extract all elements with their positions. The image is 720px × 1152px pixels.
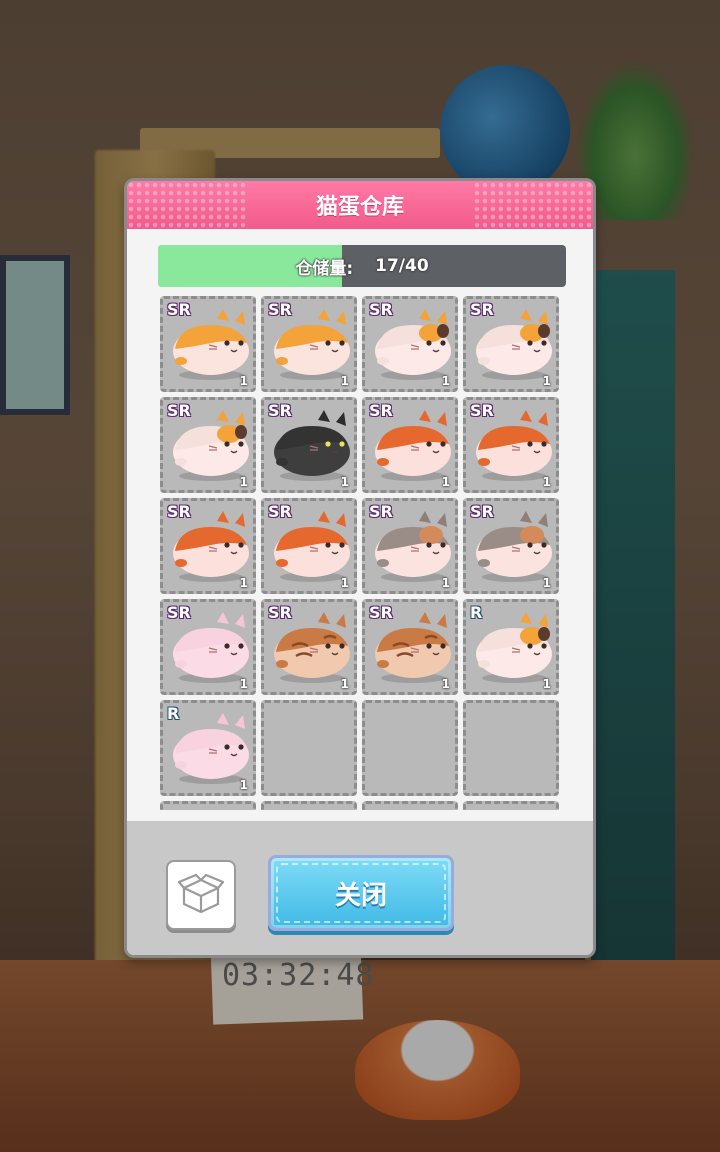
- item-count: 1: [239, 677, 248, 691]
- rarity-badge: SR: [369, 502, 393, 521]
- egg-slot[interactable]: SR 1: [362, 397, 458, 493]
- item-count: 1: [340, 677, 349, 691]
- egg-slot[interactable]: SR 1: [160, 599, 256, 695]
- item-count: 1: [340, 374, 349, 388]
- egg-slot[interactable]: SR 1: [362, 599, 458, 695]
- cat-egg-icon: [476, 612, 552, 683]
- item-count: 1: [239, 374, 248, 388]
- item-count: 1: [441, 374, 450, 388]
- egg-slot[interactable]: SR 1: [261, 296, 357, 392]
- rarity-badge: SR: [268, 300, 292, 319]
- cat-egg-icon: [173, 410, 249, 481]
- close-button-label: 关闭: [334, 880, 387, 911]
- cat-egg-icon: [476, 511, 552, 582]
- cat-egg-icon: [375, 309, 451, 380]
- empty-slot[interactable]: [362, 801, 458, 810]
- item-count: 1: [441, 576, 450, 590]
- empty-slot[interactable]: [261, 700, 357, 796]
- item-count: 1: [542, 677, 551, 691]
- empty-slot[interactable]: [463, 700, 559, 796]
- cat-egg-icon: [173, 612, 249, 683]
- close-button[interactable]: 关闭: [268, 855, 454, 931]
- rarity-badge: SR: [369, 603, 393, 622]
- item-count: 1: [542, 576, 551, 590]
- cat-egg-icon: [173, 511, 249, 582]
- rarity-badge: SR: [268, 603, 292, 622]
- cat-egg-icon: [375, 511, 451, 582]
- egg-slot[interactable]: SR 1: [160, 498, 256, 594]
- item-count: 1: [542, 475, 551, 489]
- box-icon: [177, 873, 225, 914]
- rarity-badge: SR: [167, 300, 191, 319]
- cat-egg-icon: [274, 511, 350, 582]
- egg-slot[interactable]: SR 1: [261, 599, 357, 695]
- cat-egg-icon: [173, 309, 249, 380]
- egg-slot[interactable]: SR 1: [160, 296, 256, 392]
- egg-slot[interactable]: SR 1: [463, 296, 559, 392]
- empty-slot[interactable]: [261, 801, 357, 810]
- rarity-badge: SR: [268, 401, 292, 420]
- rarity-badge: R: [167, 704, 180, 723]
- empty-slot[interactable]: [362, 700, 458, 796]
- cat-egg-icon: [274, 309, 350, 380]
- rarity-badge: SR: [268, 502, 292, 521]
- rarity-badge: SR: [470, 502, 494, 521]
- egg-slot[interactable]: SR 1: [261, 498, 357, 594]
- cat-egg-icon: [375, 410, 451, 481]
- rarity-badge: R: [470, 603, 483, 622]
- cat-egg-icon: [274, 410, 350, 481]
- cat-egg-icon: [476, 410, 552, 481]
- egg-slot[interactable]: SR 1: [362, 296, 458, 392]
- empty-slot[interactable]: [463, 801, 559, 810]
- empty-slot[interactable]: [160, 801, 256, 810]
- storage-value: 17/40: [375, 256, 429, 276]
- item-count: 1: [441, 677, 450, 691]
- rarity-badge: SR: [470, 401, 494, 420]
- item-count: 1: [239, 576, 248, 590]
- item-count: 1: [340, 475, 349, 489]
- item-count: 1: [542, 374, 551, 388]
- dialog-header: 猫蛋仓库: [127, 181, 593, 229]
- item-count: 1: [340, 576, 349, 590]
- egg-slot[interactable]: SR 1: [463, 498, 559, 594]
- item-count: 1: [239, 475, 248, 489]
- cat-egg-icon: [375, 612, 451, 683]
- egg-grid[interactable]: SR 1 SR 1 SR 1 SR 1 SR 1 SR 1 SR 1 SR 1 …: [160, 296, 564, 810]
- dialog-footer: 关闭: [127, 821, 593, 955]
- egg-slot[interactable]: SR 1: [463, 397, 559, 493]
- item-count: 1: [441, 475, 450, 489]
- cat-egg-icon: [476, 309, 552, 380]
- rarity-badge: SR: [369, 300, 393, 319]
- cat-egg-icon: [274, 612, 350, 683]
- box-button[interactable]: [166, 860, 236, 930]
- dialog-title: 猫蛋仓库: [315, 195, 404, 220]
- cat-egg-storage-dialog: 猫蛋仓库 仓储量: 17/40 SR 1 SR 1 SR 1 SR 1 SR 1…: [124, 178, 596, 958]
- storage-progress-bar: 仓储量: 17/40: [158, 245, 566, 287]
- item-count: 1: [239, 778, 248, 792]
- rarity-badge: SR: [167, 603, 191, 622]
- egg-slot[interactable]: SR 1: [362, 498, 458, 594]
- rarity-badge: SR: [369, 401, 393, 420]
- rarity-badge: SR: [167, 401, 191, 420]
- cat-egg-icon: [173, 713, 249, 784]
- rarity-badge: SR: [167, 502, 191, 521]
- storage-label: 仓储量:: [295, 258, 354, 279]
- egg-slot[interactable]: R1: [463, 599, 559, 695]
- egg-slot[interactable]: SR 1: [261, 397, 357, 493]
- egg-slot[interactable]: SR 1: [160, 397, 256, 493]
- egg-slot[interactable]: R1: [160, 700, 256, 796]
- rarity-badge: SR: [470, 300, 494, 319]
